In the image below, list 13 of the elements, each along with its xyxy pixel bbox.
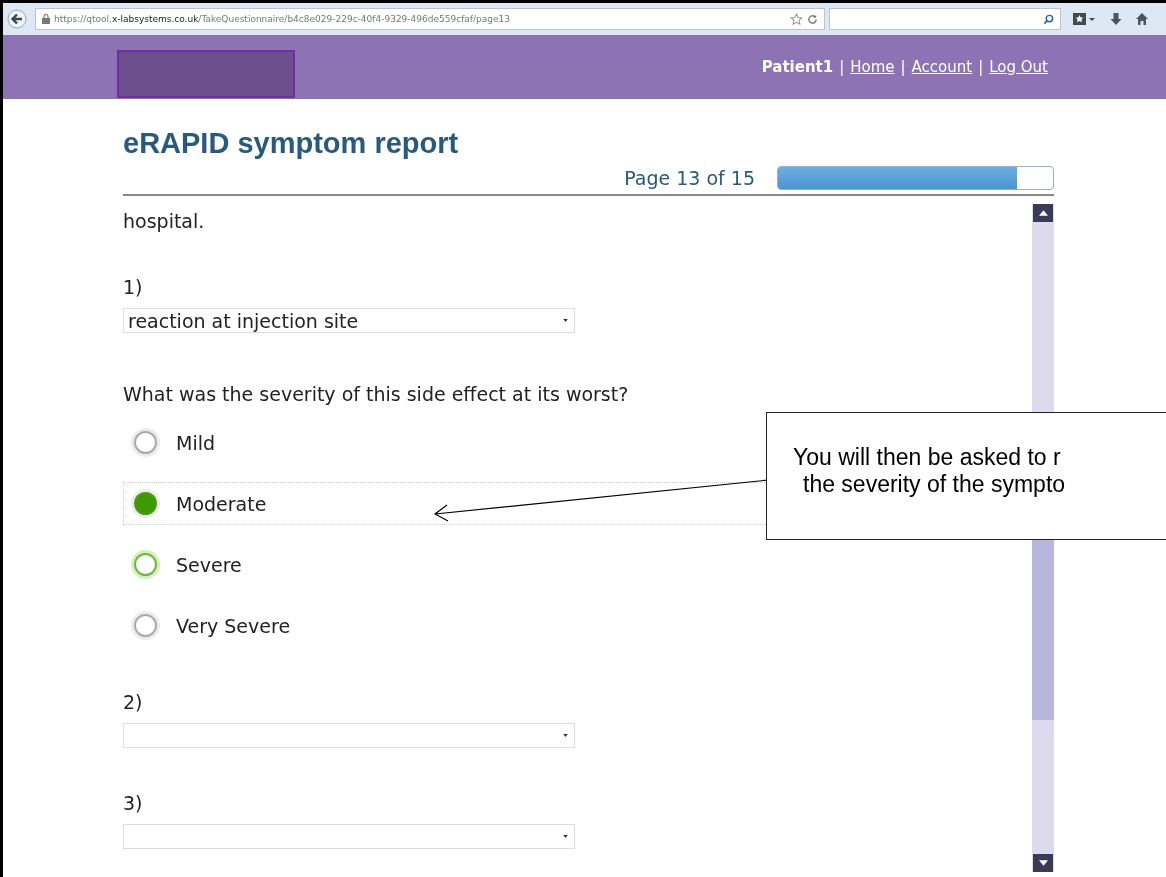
separator: | — [900, 58, 906, 76]
username: Patient1 — [761, 58, 834, 76]
intro-text: hospital. — [123, 210, 206, 232]
question-number: 2) — [123, 691, 144, 713]
separator: | — [839, 58, 845, 76]
page-counter: Page 13 of 15 — [624, 167, 755, 189]
question-text: What was the severity of this side effect at its worst? — [123, 383, 630, 405]
callout-text: You will then be asked to r — [793, 444, 1062, 471]
question-number: 3) — [123, 792, 144, 814]
separator: | — [978, 58, 984, 76]
question-number: 1) — [123, 276, 144, 298]
page-title: eRAPID symptom report — [123, 127, 460, 160]
url-text: https://qtool.x-labsystems.co.uk/TakeQuestionnaire/b4c8e029-229c-40f4-9329-496de559cfaf/page13 — [54, 14, 510, 24]
